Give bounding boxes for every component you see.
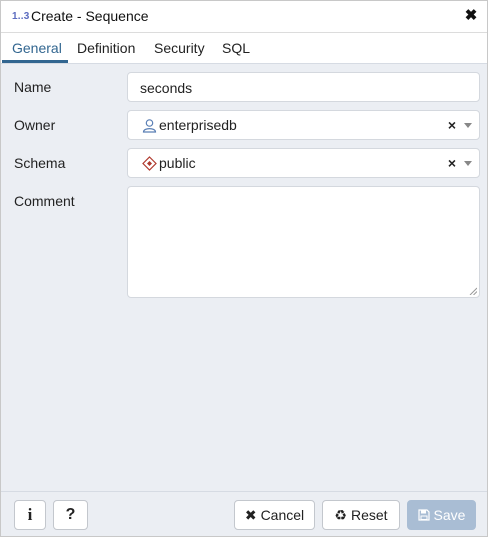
- active-tab-indicator: [2, 60, 68, 63]
- schema-icon: [142, 156, 157, 171]
- schema-select[interactable]: public ×: [127, 148, 480, 178]
- schema-value: public: [159, 155, 196, 171]
- reset-label: Reset: [350, 507, 388, 523]
- schema-clear-button[interactable]: ×: [448, 155, 456, 171]
- info-icon: i: [27, 505, 33, 524]
- name-label: Name: [14, 79, 52, 95]
- name-value: seconds: [140, 80, 193, 96]
- owner-dropdown-caret[interactable]: [464, 123, 472, 128]
- tab-security[interactable]: Security: [154, 40, 205, 56]
- comment-label: Comment: [14, 193, 75, 209]
- create-sequence-dialog: 1..3 Create - Sequence ✖ General Definit…: [0, 0, 488, 537]
- user-icon: [142, 119, 157, 133]
- recycle-icon: ♻: [334, 506, 347, 523]
- floppy-disk-icon: [417, 509, 430, 521]
- owner-label: Owner: [14, 117, 56, 133]
- tab-general[interactable]: General: [12, 40, 62, 56]
- schema-label: Schema: [14, 155, 66, 171]
- help-button[interactable]: ?: [53, 500, 88, 530]
- cancel-label: Cancel: [260, 507, 305, 523]
- close-button[interactable]: ✖: [464, 8, 478, 24]
- info-button[interactable]: i: [14, 500, 46, 530]
- tab-bar: General Definition Security SQL: [1, 33, 487, 64]
- tab-definition[interactable]: Definition: [77, 40, 135, 56]
- dialog-footer: i ? ✖ Cancel ♻ Reset Save: [1, 491, 487, 536]
- owner-select[interactable]: enterprisedb ×: [127, 110, 480, 140]
- cancel-icon: ✖: [244, 506, 257, 523]
- owner-clear-button[interactable]: ×: [448, 117, 456, 133]
- comment-textarea[interactable]: [127, 186, 480, 298]
- sequence-icon: 1..3: [12, 11, 30, 22]
- save-button[interactable]: Save: [407, 500, 476, 530]
- resize-grip-icon[interactable]: [469, 287, 477, 295]
- help-icon: ?: [65, 506, 76, 523]
- cancel-button[interactable]: ✖ Cancel: [234, 500, 315, 530]
- title-bar[interactable]: 1..3 Create - Sequence ✖: [1, 1, 487, 33]
- reset-button[interactable]: ♻ Reset: [322, 500, 400, 530]
- schema-dropdown-caret[interactable]: [464, 161, 472, 166]
- dialog-title: Create - Sequence: [31, 8, 149, 24]
- name-input[interactable]: seconds: [127, 72, 480, 102]
- save-label: Save: [433, 507, 466, 523]
- owner-value: enterprisedb: [159, 117, 237, 133]
- tab-sql[interactable]: SQL: [222, 40, 250, 56]
